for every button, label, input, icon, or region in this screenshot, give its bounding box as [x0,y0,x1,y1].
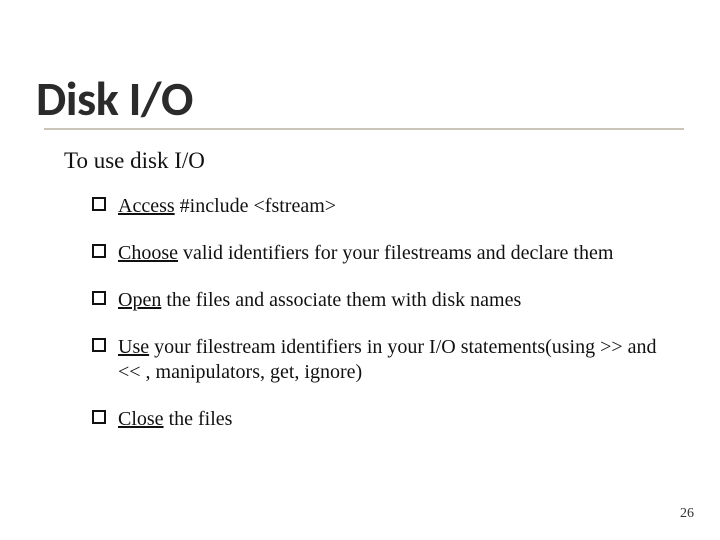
bullet-square-icon [92,291,106,305]
page-title: Disk I/O [36,74,676,124]
bullet-lead: Use [118,336,149,358]
subheading: To use disk I/O [64,148,676,174]
bullet-square-icon [92,338,106,352]
bullet-rest: your filestream identifiers in your I/O … [118,336,657,383]
bullet-rest: the files and associate them with disk n… [161,289,521,311]
list-item: Choose valid identifiers for your filest… [92,241,676,266]
list-item: Open the files and associate them with d… [92,288,676,313]
list-item: Use your filestream identifiers in your … [92,335,676,385]
bullet-square-icon [92,197,106,211]
bullet-lead: Choose [118,242,178,264]
bullet-rest: the files [164,408,233,430]
bullet-lead: Close [118,408,164,430]
list-item: Close the files [92,407,676,432]
bullet-square-icon [92,244,106,258]
list-item: Access #include <fstream> [92,194,676,219]
title-underline [44,128,684,130]
bullet-lead: Access [118,195,175,217]
bullet-rest: valid identifiers for your filestreams a… [178,242,613,264]
bullet-rest: #include <fstream> [175,195,336,217]
bullet-square-icon [92,410,106,424]
bullet-list: Access #include <fstream> Choose valid i… [92,194,676,432]
page-number: 26 [680,506,694,522]
bullet-lead: Open [118,289,161,311]
